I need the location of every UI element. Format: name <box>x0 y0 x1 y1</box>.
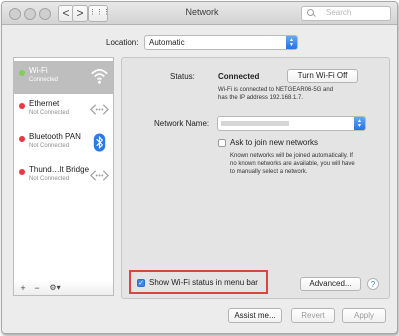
service-status: Not Connected <box>29 110 70 116</box>
forward-button[interactable]: > <box>72 5 88 22</box>
location-popup[interactable]: Automatic ▲ ▼ <box>144 35 298 50</box>
service-status: Not Connected <box>29 176 70 182</box>
service-list: Wi-Fi Connected Ethernet Not Connected B… <box>13 57 114 284</box>
ask-to-join-description-line3: to manually select a network. <box>230 169 308 175</box>
advanced-button[interactable]: Advanced... <box>300 277 361 291</box>
status-dot <box>19 70 25 76</box>
status-dot <box>19 136 25 142</box>
remove-service-button[interactable]: − <box>31 282 43 294</box>
ask-to-join-checkbox[interactable] <box>218 139 226 147</box>
show-all-grid-button[interactable]: ⋮⋮⋮ <box>88 5 110 22</box>
revert-button[interactable]: Revert <box>291 308 335 323</box>
close-window-icon[interactable] <box>9 8 21 20</box>
turn-wifi-off-button[interactable]: Turn Wi-Fi Off <box>287 69 358 83</box>
service-name: Bluetooth PAN <box>29 132 81 141</box>
popup-arrows-icon: ▲ ▼ <box>354 117 365 130</box>
wifi-icon <box>91 69 108 84</box>
status-dot <box>19 103 25 109</box>
bluetooth-icon <box>93 133 106 152</box>
highlight-annotation-box <box>129 270 268 294</box>
status-description-line1: Wi-Fi is connected to NETGEAR06-5G and <box>218 87 334 93</box>
redacted-network-name <box>221 121 289 126</box>
minimize-window-icon[interactable] <box>24 8 36 20</box>
search-field[interactable]: Search <box>301 6 391 21</box>
gear-icon[interactable]: ⚙▾ <box>46 282 64 294</box>
apply-button[interactable]: Apply <box>342 308 386 323</box>
help-button[interactable]: ? <box>367 278 379 290</box>
status-value: Connected <box>218 72 260 81</box>
service-item-ethernet[interactable]: Ethernet Not Connected <box>14 94 113 127</box>
wifi-detail-panel: Status: Connected Turn Wi-Fi Off Wi-Fi i… <box>121 57 390 299</box>
status-label: Status: <box>170 72 195 81</box>
zoom-window-icon[interactable] <box>39 8 51 20</box>
window-title: Network <box>185 7 219 17</box>
service-status: Not Connected <box>29 143 70 149</box>
service-name: Thund…lt Bridge <box>29 165 90 174</box>
search-icon <box>307 9 314 16</box>
service-status: Connected <box>29 77 59 83</box>
ask-to-join-description-line2: no known networks are available, you wil… <box>230 161 355 167</box>
network-preferences-window: < > ⋮⋮⋮ Network Search Location: Automat… <box>1 1 398 334</box>
network-name-popup[interactable]: ▲ ▼ <box>217 116 366 131</box>
popup-arrows-icon: ▲ ▼ <box>286 36 297 49</box>
status-description-line2: has the IP address 192.168.1.7. <box>218 95 303 101</box>
location-value: Automatic <box>149 38 185 47</box>
service-name: Wi-Fi <box>29 66 48 75</box>
title-bar: < > ⋮⋮⋮ Network Search <box>2 2 397 25</box>
add-service-button[interactable]: + <box>17 282 29 294</box>
service-item-wifi[interactable]: Wi-Fi Connected <box>14 61 113 94</box>
network-name-label: Network Name: <box>154 119 210 128</box>
ask-to-join-description-line1: Known networks will be joined automatica… <box>230 153 353 159</box>
search-placeholder: Search <box>326 8 352 17</box>
service-list-toolbar: + − ⚙▾ <box>13 282 114 296</box>
status-dot <box>19 169 25 175</box>
service-item-bluetooth-pan[interactable]: Bluetooth PAN Not Connected <box>14 127 113 160</box>
ethernet-icon <box>90 104 109 115</box>
service-item-thunderbolt-bridge[interactable]: Thund…lt Bridge Not Connected <box>14 160 113 193</box>
ethernet-icon <box>90 170 109 181</box>
location-label: Location: <box>106 38 139 47</box>
ask-to-join-label: Ask to join new networks <box>230 138 319 147</box>
service-name: Ethernet <box>29 99 60 108</box>
assist-me-button[interactable]: Assist me... <box>228 308 282 323</box>
